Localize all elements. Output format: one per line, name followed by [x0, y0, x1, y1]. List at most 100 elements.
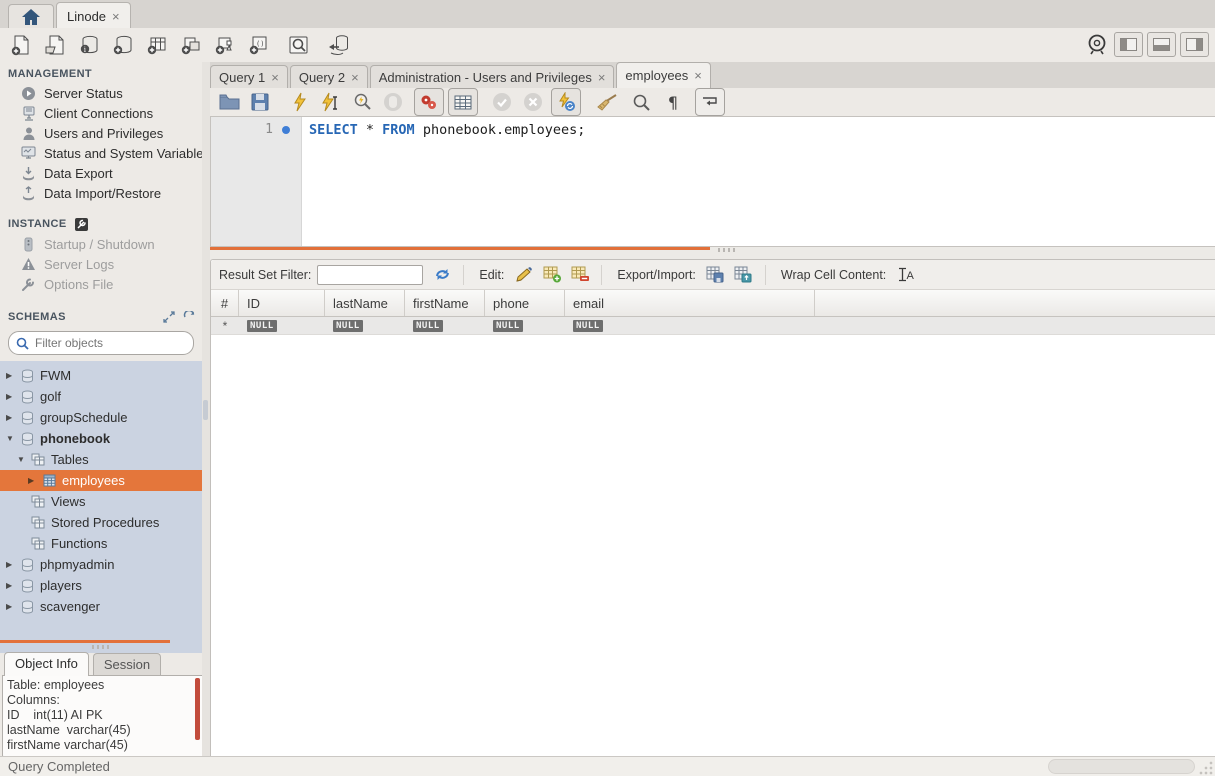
column-header-firstname[interactable]: firstName [405, 290, 485, 316]
show-special-chars-button[interactable]: ¶ [661, 90, 685, 114]
null-badge[interactable]: NULL [573, 320, 603, 332]
refresh-schemas-icon[interactable] [182, 310, 196, 324]
chevron-right-icon[interactable]: ▶ [28, 476, 41, 485]
toggle-right-panel-button[interactable] [1180, 32, 1209, 57]
null-badge[interactable]: NULL [493, 320, 523, 332]
result-filter-input[interactable] [317, 265, 423, 285]
tree-item-schema-golf[interactable]: ▶ golf [0, 386, 202, 407]
toggle-autocommit-button[interactable] [551, 88, 581, 116]
splitter-grip[interactable] [718, 248, 736, 252]
rollback-button[interactable] [521, 90, 545, 114]
tree-item-functions[interactable]: Functions [0, 533, 202, 554]
wrap-cell-content-button[interactable]: A [895, 265, 917, 285]
sidebar-item-options-file[interactable]: Options File [0, 274, 202, 294]
expand-schemas-icon[interactable] [162, 310, 176, 324]
tree-item-schema-players[interactable]: ▶ players [0, 575, 202, 596]
column-header-id[interactable]: ID [239, 290, 325, 316]
export-recordset-button[interactable] [705, 265, 727, 285]
resize-grip[interactable] [1199, 761, 1213, 775]
editor-result-splitter[interactable] [210, 247, 1215, 259]
import-recordset-button[interactable] [733, 265, 755, 285]
reconnect-database-button[interactable] [326, 32, 352, 58]
commit-button[interactable] [490, 90, 514, 114]
create-function-button[interactable]: () [246, 32, 272, 58]
sidebar-item-system-variables[interactable]: Status and System Variables [0, 143, 202, 163]
tree-item-stored-procedures[interactable]: Stored Procedures [0, 512, 202, 533]
new-sql-editor-button[interactable] [8, 32, 34, 58]
chevron-down-icon[interactable]: ▼ [6, 434, 19, 443]
tree-item-schema-phonebook[interactable]: ▼ phonebook [0, 428, 202, 449]
sidebar-splitter-grip[interactable] [92, 645, 112, 649]
tab-query-2[interactable]: Query 2× [290, 65, 368, 88]
create-view-button[interactable] [178, 32, 204, 58]
tree-item-schema-groupschedule[interactable]: ▶ groupSchedule [0, 407, 202, 428]
close-icon[interactable]: × [112, 9, 120, 24]
execute-button[interactable] [288, 90, 312, 114]
chevron-right-icon[interactable]: ▶ [6, 581, 19, 590]
create-procedure-button[interactable] [212, 32, 238, 58]
sidebar-item-data-import[interactable]: Data Import/Restore [0, 183, 202, 203]
wrap-text-button[interactable] [695, 88, 725, 116]
sidebar-item-startup-shutdown[interactable]: Startup / Shutdown [0, 234, 202, 254]
create-table-button[interactable] [144, 32, 170, 58]
close-icon[interactable]: × [694, 68, 702, 83]
refresh-results-button[interactable] [431, 265, 453, 285]
chevron-right-icon[interactable]: ▶ [6, 413, 19, 422]
horizontal-scrollbar-thumb[interactable] [1048, 759, 1195, 774]
create-schema-button[interactable] [110, 32, 136, 58]
open-sql-script-button[interactable] [42, 32, 68, 58]
save-button[interactable] [248, 90, 272, 114]
tab-administration[interactable]: Administration - Users and Privileges× [370, 65, 615, 88]
chevron-right-icon[interactable]: ▶ [6, 392, 19, 401]
panel-splitter-vertical[interactable] [202, 62, 210, 756]
chevron-right-icon[interactable]: ▶ [6, 371, 19, 380]
toggle-stop-on-error-button[interactable] [414, 88, 444, 116]
insert-row-button[interactable] [541, 265, 563, 285]
null-badge[interactable]: NULL [333, 320, 363, 332]
tree-item-schema-phpmyadmin[interactable]: ▶ phpmyadmin [0, 554, 202, 575]
null-badge[interactable]: NULL [413, 320, 443, 332]
column-header-email[interactable]: email [565, 290, 815, 316]
tree-item-schema-scavenger[interactable]: ▶ scavenger [0, 596, 202, 617]
sidebar-item-client-connections[interactable]: Client Connections [0, 103, 202, 123]
schema-filter-input[interactable] [33, 335, 177, 351]
tree-item-views[interactable]: Views [0, 491, 202, 512]
tree-item-schema-fwm[interactable]: ▶ FWM [0, 365, 202, 386]
sql-code-line[interactable]: SELECT * FROM phonebook.employees; [309, 122, 585, 138]
search-objects-button[interactable] [286, 32, 312, 58]
tab-query-1[interactable]: Query 1× [210, 65, 288, 88]
stop-query-button[interactable] [381, 90, 405, 114]
delete-row-button[interactable] [569, 265, 591, 285]
sidebar-item-server-status[interactable]: Server Status [0, 83, 202, 103]
toggle-bottom-panel-button[interactable] [1147, 32, 1176, 57]
close-icon[interactable]: × [351, 70, 359, 85]
chevron-down-icon[interactable]: ▼ [17, 455, 30, 464]
beautify-sql-button[interactable] [595, 90, 619, 114]
chevron-right-icon[interactable]: ▶ [6, 560, 19, 569]
column-header-lastname[interactable]: lastName [325, 290, 405, 316]
inspect-database-button[interactable]: i [76, 32, 102, 58]
edit-record-button[interactable] [513, 265, 535, 285]
null-badge[interactable]: NULL [247, 320, 277, 332]
toggle-left-panel-button[interactable] [1114, 32, 1143, 57]
close-icon[interactable]: × [598, 70, 606, 85]
sidebar-item-server-logs[interactable]: Server Logs [0, 254, 202, 274]
performance-dashboard-icon[interactable] [1084, 31, 1110, 57]
tree-item-table-employees[interactable]: ▶ employees [0, 470, 202, 491]
table-row[interactable]: * NULL NULL NULL NULL NULL [211, 317, 1215, 335]
sql-editor[interactable]: 1 SELECT * FROM phonebook.employees; [210, 116, 1215, 247]
tab-session[interactable]: Session [93, 653, 161, 676]
home-tab[interactable] [8, 4, 54, 29]
object-info-scrollbar[interactable] [195, 678, 200, 740]
limit-rows-button[interactable] [448, 88, 478, 116]
find-button[interactable] [629, 90, 653, 114]
close-icon[interactable]: × [271, 70, 279, 85]
execute-current-statement-button[interactable] [319, 90, 343, 114]
sidebar-splitter[interactable] [0, 640, 170, 643]
open-file-button[interactable] [217, 90, 241, 114]
tree-scrollbar-thumb[interactable] [203, 400, 208, 420]
tab-object-info[interactable]: Object Info [4, 652, 89, 676]
column-header-phone[interactable]: phone [485, 290, 565, 316]
connection-tab[interactable]: Linode × [56, 2, 131, 29]
sidebar-item-users-privileges[interactable]: Users and Privileges [0, 123, 202, 143]
